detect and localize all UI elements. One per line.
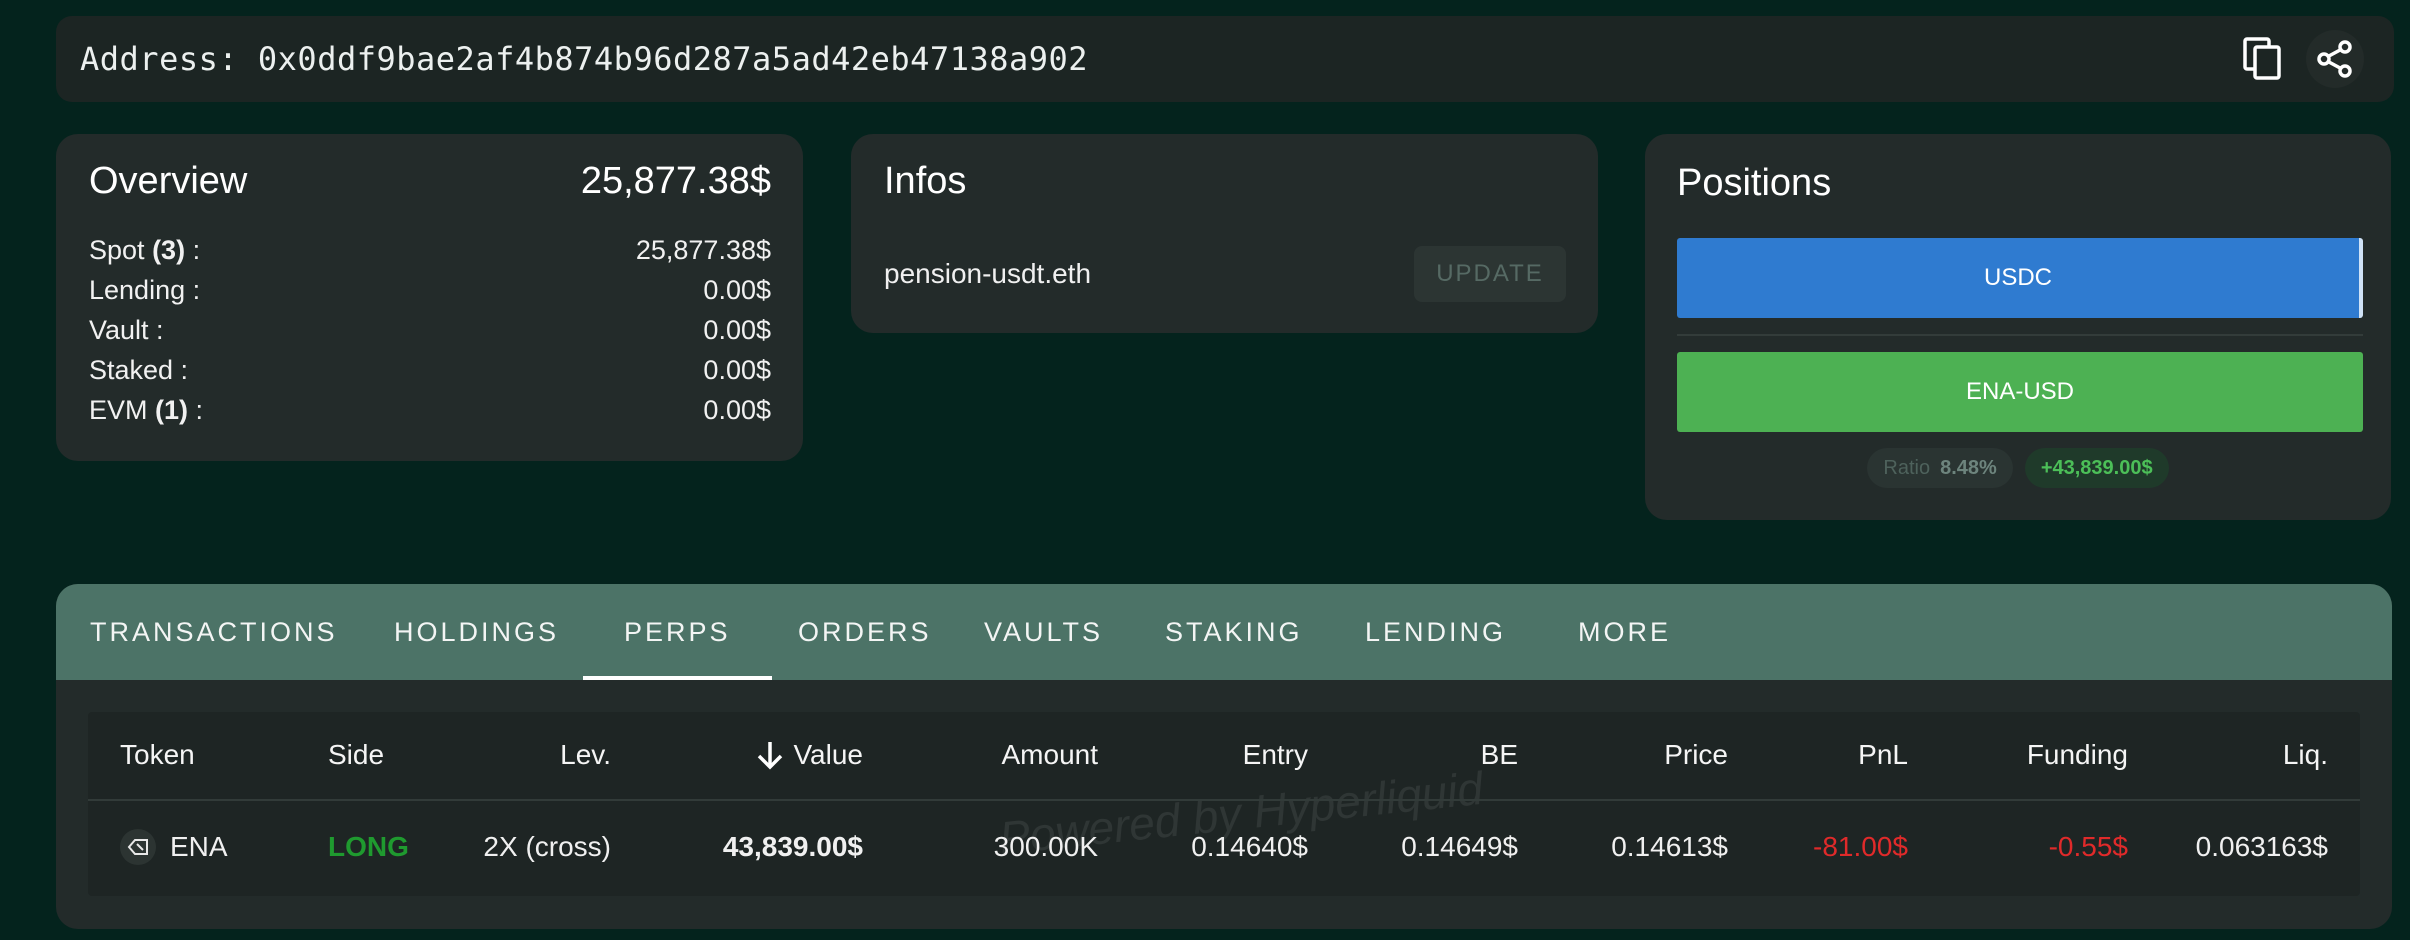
cell-be: 0.14649$ [1401,831,1518,862]
update-button[interactable]: UPDATE [1414,246,1566,302]
tab-more[interactable]: MORE [1578,584,1671,680]
header-amount[interactable]: Amount [948,732,1099,778]
infos-title: Infos [884,160,967,202]
overview-row-value: 0.00$ [703,394,771,425]
overview-total: 25,877.38$ [580,160,771,202]
copy-address-button[interactable] [2234,30,2292,88]
tab-lending[interactable]: LENDING [1365,584,1506,680]
overview-row-value: 0.00$ [703,274,771,305]
header-liq[interactable]: Liq. [2188,732,2328,778]
overview-row-lending: Lending : 0.00$ [89,270,771,310]
cell-entry: 0.14640$ [1191,831,1308,862]
overview-row-label: Spot (3) : [89,234,201,265]
tab-transactions[interactable]: TRANSACTIONS [90,584,338,680]
header-lev[interactable]: Lev. [468,732,611,778]
cell-funding: -0.55$ [2048,831,2128,862]
header-token[interactable]: Token [120,732,195,778]
overview-row-spot: Spot (3) : 25,877.38$ [89,230,771,270]
header-value[interactable]: Value [688,732,863,778]
tab-orders[interactable]: ORDERS [798,584,932,680]
positions-title: Positions [1677,162,1832,204]
ens-name: pension-usdt.eth [884,258,1092,289]
header-divider [88,799,2360,801]
ena-position-bar[interactable]: ENA-USD [1677,352,2363,432]
overview-row-label: Lending : [89,274,201,305]
share-button[interactable] [2306,30,2364,88]
cell-liq: 0.063163$ [2195,831,2328,862]
tab-staking[interactable]: STAKING [1165,584,1303,680]
copy-icon [2243,37,2281,80]
overview-row-label: EVM (1) : [89,394,204,425]
overview-row-value: 0.00$ [703,314,771,345]
header-funding[interactable]: Funding [1968,732,2128,778]
arrow-down-icon [758,742,783,770]
positions-chips: Ratio 8.48% +43,839.00$ [1645,448,2391,488]
overview-rows: Spot (3) : 25,877.38$ Lending : 0.00$ Va… [89,230,771,430]
cell-side: LONG [328,831,409,862]
share-icon [2317,40,2352,78]
tab-perps[interactable]: PERPS [583,584,771,680]
cell-pnl: -81.00$ [1813,831,1908,862]
ratio-label: Ratio [1883,456,1931,479]
tab-vaults[interactable]: VAULTS [984,584,1103,680]
overview-row-label: Vault : [89,314,164,345]
overview-row-label: Staked : [89,354,189,385]
pnl-chip: +43,839.00$ [2024,448,2169,488]
tab-bar: TRANSACTIONS HOLDINGS PERPS ORDERS VAULT… [56,584,2392,680]
header-pnl[interactable]: PnL [1788,732,1908,778]
overview-row-value: 0.00$ [703,354,771,385]
tabs-panel: TRANSACTIONS HOLDINGS PERPS ORDERS VAULT… [56,584,2392,929]
cell-amount: 300.00K [993,831,1098,862]
header-price[interactable]: Price [1578,732,1728,778]
overview-row-staked: Staked : 0.00$ [89,350,771,390]
address-bar: Address: 0x0ddf9bae2af4b874b96d287a5ad42… [56,16,2394,102]
positions-divider [1677,334,2363,336]
cell-price: 0.14613$ [1611,831,1728,862]
overview-row-vault: Vault : 0.00$ [89,310,771,350]
header-side[interactable]: Side [328,732,384,778]
perps-table: Powered by Hyperliquid Token Side Lev. V… [88,712,2360,896]
ena-token-icon [120,829,156,865]
infos-card: Infos pension-usdt.eth UPDATE [851,134,1598,333]
header-entry[interactable]: Entry [1158,732,1308,778]
overview-title: Overview [89,160,248,202]
cell-value: 43,839.00$ [722,831,863,862]
address-actions [2234,30,2364,88]
positions-card: Positions USDC ENA-USD Ratio 8.48% +43,8… [1645,134,2391,520]
tab-holdings[interactable]: HOLDINGS [394,584,559,680]
token-name: ENA [170,831,228,862]
ratio-chip: Ratio 8.48% [1867,448,2013,488]
overview-card: Overview 25,877.38$ Spot (3) : 25,877.38… [56,134,803,461]
wallet-address: Address: 0x0ddf9bae2af4b874b96d287a5ad42… [80,40,1089,78]
ratio-value: 8.48% [1940,456,1997,479]
cell-token[interactable]: ENA [120,824,228,870]
overview-row-evm: EVM (1) : 0.00$ [89,390,771,430]
usdc-position-bar[interactable]: USDC [1677,238,2363,318]
cell-lev: 2X (cross) [483,831,611,862]
header-be[interactable]: BE [1368,732,1518,778]
overview-row-value: 25,877.38$ [635,234,771,265]
